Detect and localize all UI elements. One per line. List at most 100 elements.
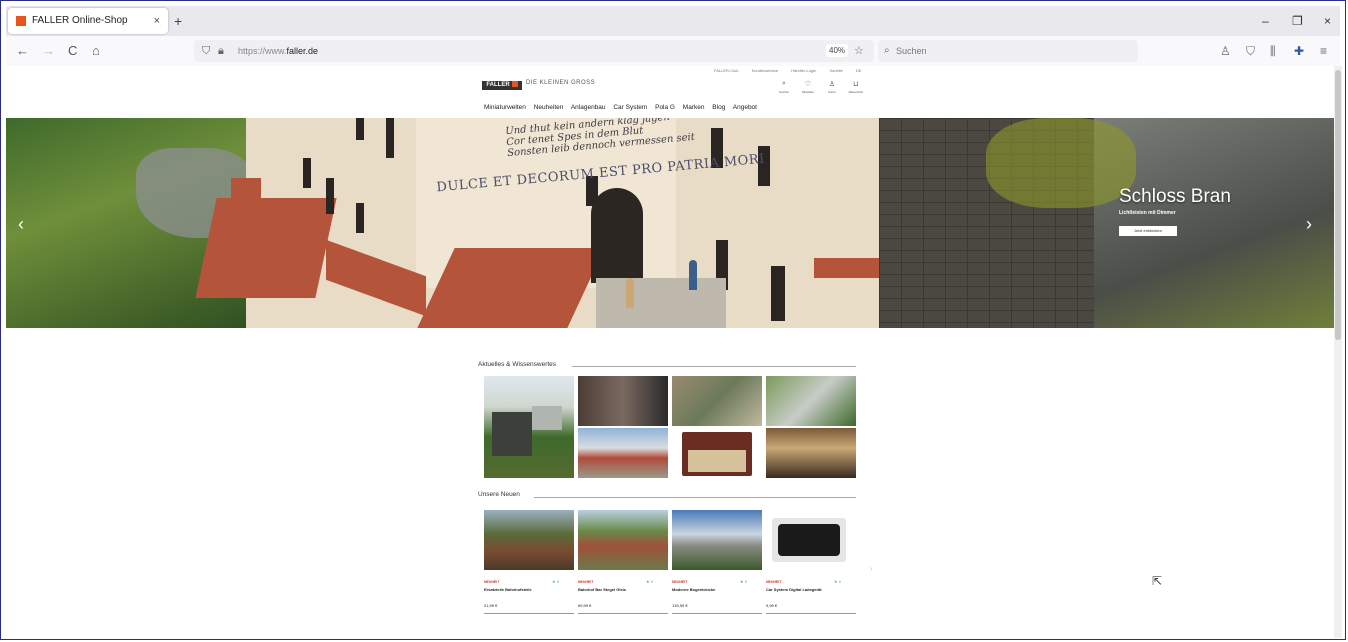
meta-link[interactable]: FALLER-Club — [714, 68, 738, 73]
hero-cta-button[interactable]: Jetzt entdecken — [1119, 226, 1177, 236]
product-name[interactable]: Ersatzteile Bahnhofsteile — [484, 587, 532, 592]
hero-tower — [231, 178, 261, 208]
navigation-toolbar: ← → C ⌂ ⛉ 🔒︎ https://www.faller.de 40% ☆… — [6, 36, 1340, 67]
main-navigation: Miniaturwelten Neuheiten Anlagenbau Car … — [484, 104, 763, 111]
account-icon[interactable]: ♙ — [1220, 36, 1231, 66]
lock-icon[interactable]: 🔒︎ — [218, 40, 224, 62]
product-image-4[interactable] — [766, 510, 856, 570]
hero-moss — [986, 118, 1136, 208]
mouse-cursor-icon: ⇱ — [1152, 574, 1163, 588]
news-tile-interior[interactable] — [766, 428, 856, 478]
news-tile-kit-box[interactable] — [672, 428, 762, 478]
product-badge: NEUHEIT — [484, 580, 500, 584]
library-icon[interactable]: ⫼ — [1270, 36, 1276, 66]
news-tile-construction[interactable] — [484, 376, 574, 478]
news-tile-steam-locomotive[interactable] — [578, 376, 668, 426]
hero-next-arrow-icon[interactable]: › — [1306, 214, 1312, 235]
product-price: 21,99 € — [484, 603, 498, 608]
search-icon[interactable]: ⌕ Suchen — [773, 80, 795, 95]
hero-window — [356, 203, 364, 233]
tab-title: FALLER Online-Shop — [32, 15, 128, 26]
cart-icon[interactable]: ⊔ Warenkorb — [845, 80, 867, 95]
meta-link[interactable]: Händler-Login — [791, 68, 816, 73]
minimize-button[interactable]: – — [1262, 6, 1269, 36]
product-image-3[interactable] — [672, 510, 762, 570]
search-icon: ⌕ — [884, 45, 890, 56]
nav-car-system[interactable]: Car System — [613, 104, 647, 111]
product-name[interactable]: Car System Digital Ladegerät — [766, 587, 822, 592]
news-heading: Aktuelles & Wissenswertes — [478, 361, 557, 368]
faller-logo[interactable]: FALLER — [482, 81, 522, 90]
product-price: 69,99 € — [578, 603, 592, 608]
shield-icon[interactable]: ⛉ — [202, 40, 210, 62]
hero-window — [771, 266, 785, 321]
hero-gate — [591, 188, 643, 283]
nav-angebot[interactable]: Angebot — [733, 104, 757, 111]
reload-button[interactable]: C — [68, 36, 77, 66]
nav-miniaturwelten[interactable]: Miniaturwelten — [484, 104, 526, 111]
product-divider — [578, 613, 668, 614]
product-rating: ★ 0 — [740, 579, 747, 584]
hero-window — [326, 178, 334, 214]
hero-roof — [195, 198, 337, 298]
extensions-icon[interactable]: ✚ — [1294, 36, 1304, 66]
scrollbar-thumb[interactable] — [1335, 70, 1341, 340]
hero-subtitle: Lichtleisten mit Dimmer — [1119, 210, 1176, 216]
heart-icon[interactable]: ♡ Merkliste — [797, 80, 819, 95]
product-rating: ★ 0 — [646, 579, 653, 584]
product-badge: NEUHEIT — [672, 580, 688, 584]
zoom-level[interactable]: 40% — [826, 44, 849, 57]
tab-close-icon[interactable]: × — [154, 8, 160, 34]
hero-figure — [626, 278, 634, 308]
hero-slider[interactable]: Und thut kein andern klag jagen Cor tene… — [6, 118, 1334, 328]
search-bar[interactable]: ⌕ Suchen — [878, 40, 1138, 62]
top-meta-links: FALLER-Club Kundenservice Händler-Login … — [714, 68, 873, 73]
header-icons: ⌕ Suchen ♡ Merkliste ♙ Konto ⊔ Warenkorb — [773, 80, 867, 95]
product-badge: NEUHEIT — [766, 580, 782, 584]
product-divider — [766, 613, 856, 614]
menu-icon[interactable]: ≡ — [1320, 36, 1327, 66]
hero-figure — [689, 260, 697, 290]
back-button[interactable]: ← — [16, 36, 29, 66]
meta-link[interactable]: Kundenservice — [752, 68, 778, 73]
pocket-icon[interactable]: ⛉ — [1246, 36, 1255, 66]
hero-prev-arrow-icon[interactable]: ‹ — [18, 214, 24, 235]
news-tile-station[interactable] — [578, 428, 668, 478]
nav-marken[interactable]: Marken — [683, 104, 705, 111]
hero-roof — [814, 258, 884, 278]
nav-blog[interactable]: Blog — [712, 104, 725, 111]
section-divider — [572, 366, 856, 367]
product-image-2[interactable] — [578, 510, 668, 570]
home-button[interactable]: ⌂ — [92, 36, 100, 66]
close-window-button[interactable]: × — [1324, 6, 1331, 36]
bookmark-star-icon[interactable]: ☆ — [854, 40, 864, 62]
product-rating: ★ 0 — [552, 579, 559, 584]
forward-button[interactable]: → — [42, 36, 55, 66]
hero-steps — [596, 278, 726, 328]
carousel-next-icon[interactable]: › — [870, 564, 873, 573]
nav-neuheiten[interactable]: Neuheiten — [534, 104, 564, 111]
restore-button[interactable]: ❐ — [1292, 6, 1303, 36]
news-tile-cars[interactable] — [766, 376, 856, 426]
product-name[interactable]: Moderne Bogenbrücke — [672, 587, 715, 592]
slogan: DIE KLEINEN GROSS — [526, 80, 596, 86]
tab-strip: FALLER Online-Shop × + – ❐ × — [6, 6, 1340, 36]
hero-window — [303, 158, 311, 188]
meta-link[interactable]: Vorteile — [829, 68, 842, 73]
site-header: FALLER-Club Kundenservice Händler-Login … — [6, 66, 1334, 118]
address-bar[interactable]: ⛉ 🔒︎ https://www.faller.de 40% ☆ — [194, 40, 874, 62]
section-divider — [534, 497, 856, 498]
news-tile-layout[interactable] — [672, 376, 762, 426]
product-rating: ★ 0 — [834, 579, 841, 584]
browser-tab[interactable]: FALLER Online-Shop × — [8, 8, 168, 34]
hero-title: Schloss Bran — [1119, 186, 1231, 207]
nav-anlagenbau[interactable]: Anlagenbau — [571, 104, 606, 111]
product-name[interactable]: Bahnhof Bar Stegel Gleis — [578, 587, 626, 592]
meta-link[interactable]: DE — [856, 68, 862, 73]
user-icon[interactable]: ♙ Konto — [821, 80, 843, 95]
product-image-1[interactable] — [484, 510, 574, 570]
search-placeholder: Suchen — [896, 46, 927, 56]
new-tab-button[interactable]: + — [174, 6, 182, 36]
nav-pola-g[interactable]: Pola G — [655, 104, 675, 111]
product-divider — [484, 613, 574, 614]
